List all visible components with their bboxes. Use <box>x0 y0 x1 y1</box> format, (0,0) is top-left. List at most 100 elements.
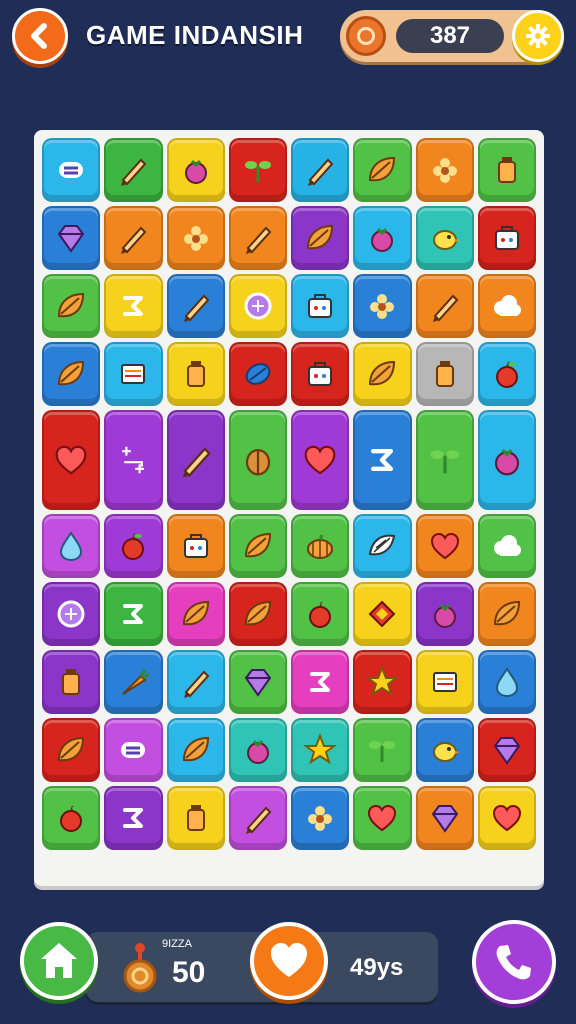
tile[interactable] <box>291 138 350 202</box>
tile[interactable] <box>228 138 287 202</box>
tile[interactable] <box>104 650 163 714</box>
home-icon <box>41 943 77 978</box>
gear-icon <box>526 24 550 48</box>
tile[interactable] <box>415 514 474 578</box>
tile[interactable] <box>477 138 536 202</box>
tile[interactable] <box>477 342 536 406</box>
tile[interactable] <box>166 342 225 406</box>
tile[interactable] <box>477 514 536 578</box>
leaf-icon <box>307 224 334 250</box>
tile[interactable] <box>166 206 225 270</box>
pencil-icon <box>121 226 147 254</box>
tile[interactable] <box>104 410 163 510</box>
tile[interactable] <box>228 786 287 850</box>
tile[interactable] <box>353 342 412 406</box>
tile[interactable] <box>353 514 412 578</box>
carrot-icon <box>122 669 151 695</box>
tile[interactable] <box>477 650 536 714</box>
bag-icon <box>183 534 208 558</box>
tile[interactable] <box>415 410 474 510</box>
tile[interactable] <box>228 342 287 406</box>
tile[interactable] <box>415 582 474 646</box>
tile[interactable] <box>228 410 287 510</box>
tile[interactable] <box>104 274 163 338</box>
ball-icon <box>245 363 271 385</box>
tile[interactable] <box>353 650 412 714</box>
settings-button[interactable] <box>512 10 564 62</box>
tile[interactable] <box>353 410 412 510</box>
tile[interactable] <box>291 650 350 714</box>
tile[interactable] <box>415 786 474 850</box>
tile[interactable] <box>228 206 287 270</box>
tile[interactable] <box>42 410 101 510</box>
tile[interactable] <box>415 342 474 406</box>
tile[interactable] <box>228 582 287 646</box>
tile[interactable] <box>477 582 536 646</box>
heart-button[interactable] <box>250 922 328 1000</box>
bag-icon <box>308 362 333 386</box>
tile[interactable] <box>291 206 350 270</box>
tile[interactable] <box>42 514 101 578</box>
tile[interactable] <box>42 650 101 714</box>
tile[interactable] <box>166 582 225 646</box>
tile[interactable] <box>166 514 225 578</box>
berry-icon <box>371 227 394 252</box>
tile[interactable] <box>477 786 536 850</box>
tile[interactable] <box>353 206 412 270</box>
tile[interactable] <box>291 786 350 850</box>
tile[interactable] <box>104 342 163 406</box>
tile[interactable] <box>104 138 163 202</box>
tile[interactable] <box>42 342 101 406</box>
tile[interactable] <box>415 206 474 270</box>
tile[interactable] <box>415 650 474 714</box>
tile[interactable] <box>291 274 350 338</box>
swirl-icon <box>310 672 331 692</box>
tile[interactable] <box>291 514 350 578</box>
tile[interactable] <box>42 274 101 338</box>
leaf-icon <box>182 736 209 762</box>
tile[interactable] <box>228 274 287 338</box>
tile[interactable] <box>166 138 225 202</box>
tile[interactable] <box>104 206 163 270</box>
back-button[interactable] <box>12 8 68 64</box>
tile[interactable] <box>42 138 101 202</box>
tile[interactable] <box>104 718 163 782</box>
tile[interactable] <box>291 342 350 406</box>
call-button[interactable] <box>472 920 556 1004</box>
tile[interactable] <box>353 582 412 646</box>
swirl-icon <box>123 808 144 828</box>
tile[interactable] <box>166 410 225 510</box>
tile[interactable] <box>104 582 163 646</box>
tile[interactable] <box>42 786 101 850</box>
bird-icon <box>432 742 460 762</box>
tile[interactable] <box>291 582 350 646</box>
tile[interactable] <box>415 718 474 782</box>
tile[interactable] <box>104 514 163 578</box>
tile[interactable] <box>42 718 101 782</box>
tile[interactable] <box>477 718 536 782</box>
tile[interactable] <box>166 718 225 782</box>
tile[interactable] <box>166 650 225 714</box>
tile[interactable] <box>228 718 287 782</box>
tile[interactable] <box>353 786 412 850</box>
tile[interactable] <box>291 410 350 510</box>
tile[interactable] <box>166 786 225 850</box>
tile[interactable] <box>42 582 101 646</box>
tile[interactable] <box>353 138 412 202</box>
tile[interactable] <box>415 138 474 202</box>
apple-icon <box>309 601 332 628</box>
tile[interactable] <box>104 786 163 850</box>
tile[interactable] <box>228 650 287 714</box>
tile[interactable] <box>291 718 350 782</box>
tile[interactable] <box>477 274 536 338</box>
tile[interactable] <box>415 274 474 338</box>
apple-icon <box>60 805 83 832</box>
home-button[interactable] <box>20 922 98 1000</box>
tile[interactable] <box>477 410 536 510</box>
tile[interactable] <box>42 206 101 270</box>
tile[interactable] <box>477 206 536 270</box>
tile[interactable] <box>353 274 412 338</box>
tile[interactable] <box>166 274 225 338</box>
tile[interactable] <box>353 718 412 782</box>
tile[interactable] <box>228 514 287 578</box>
